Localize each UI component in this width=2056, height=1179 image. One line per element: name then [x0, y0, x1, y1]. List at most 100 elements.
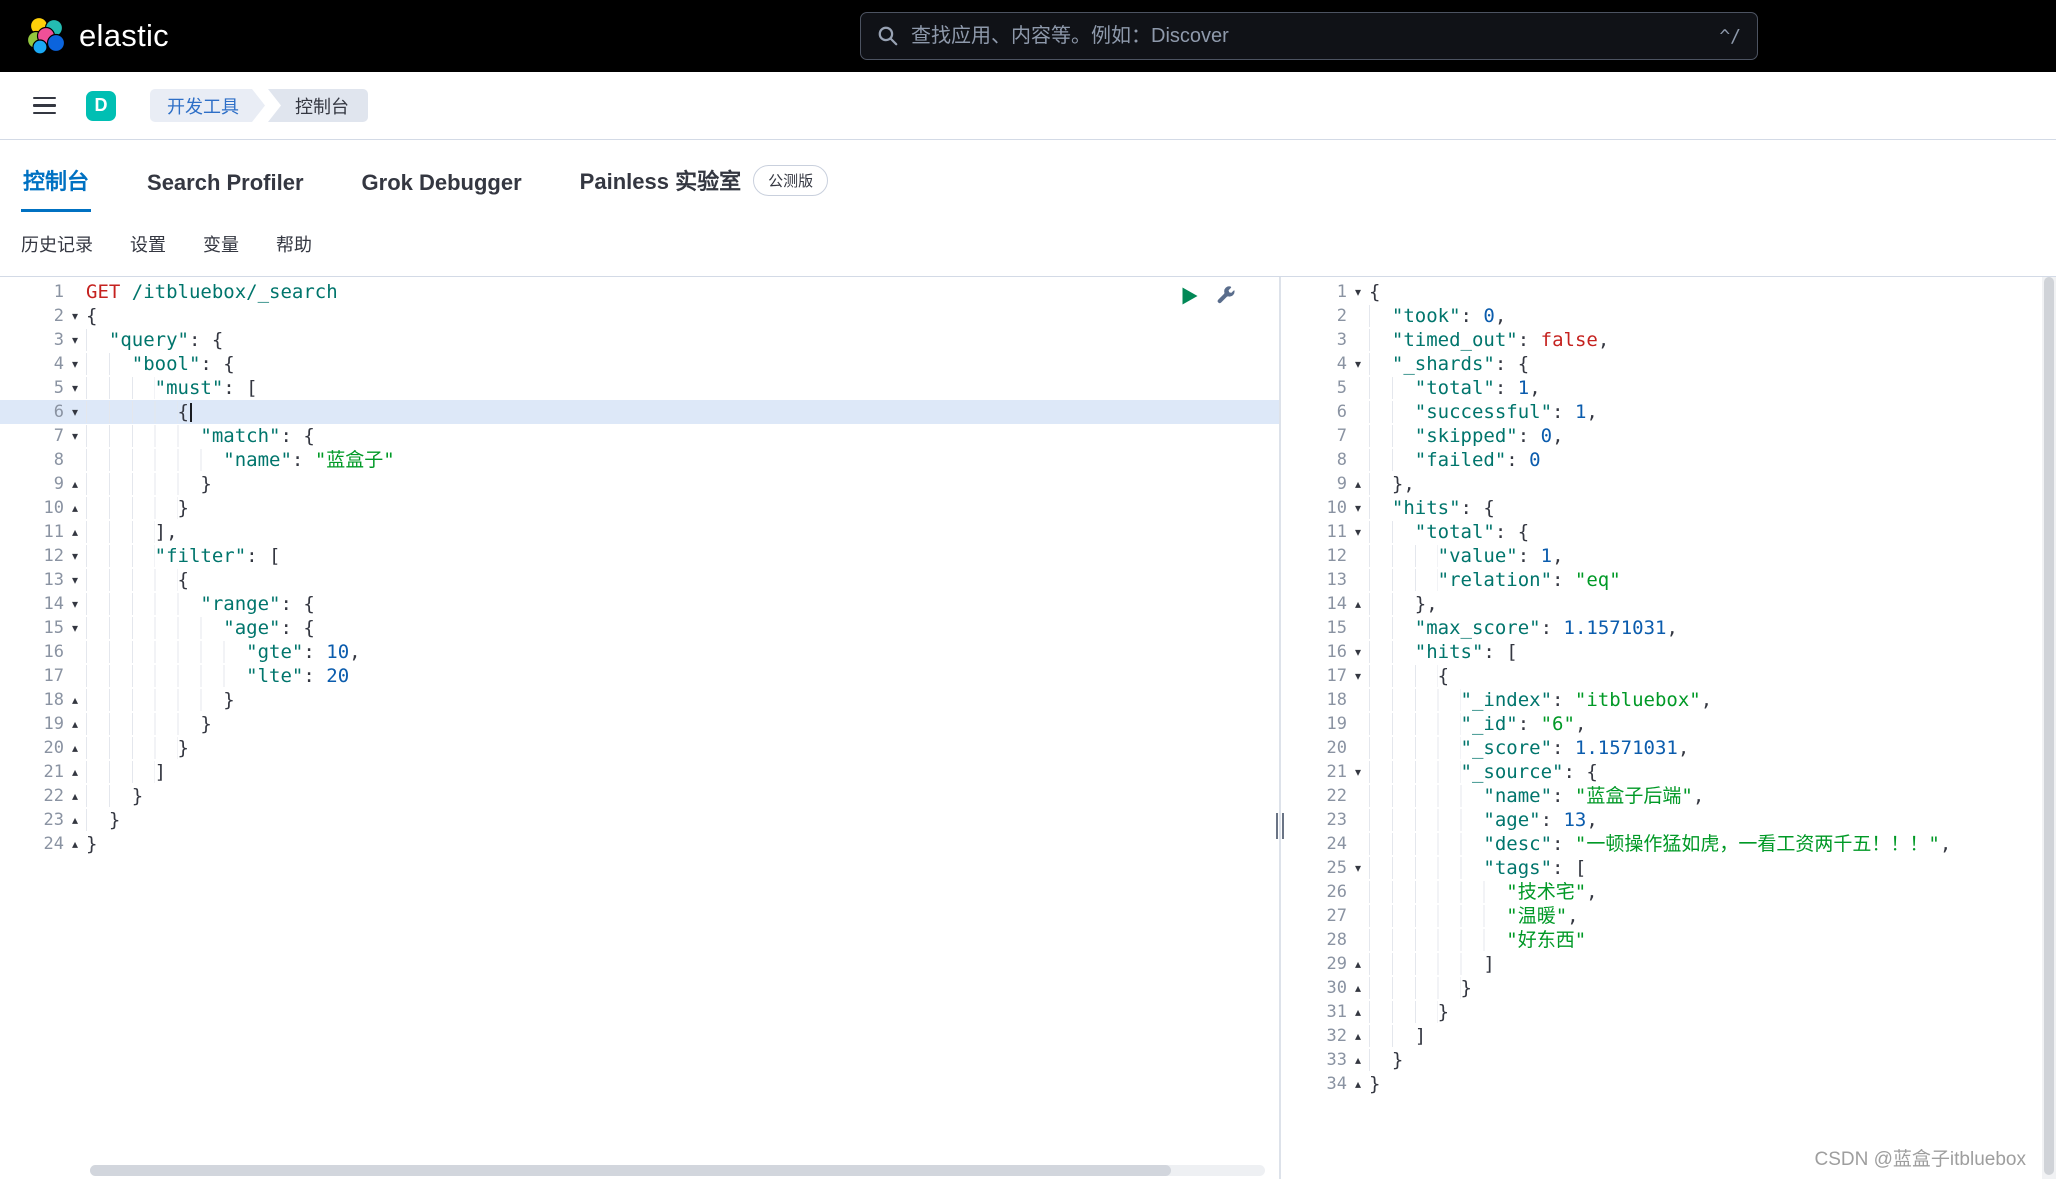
code-line[interactable]: 30▴ }: [1281, 976, 2056, 1000]
fold-toggle-icon[interactable]: ▾: [64, 304, 86, 328]
code-line[interactable]: 23 "age": 13,: [1281, 808, 2056, 832]
code-line[interactable]: 24▴}: [0, 832, 1279, 856]
code-line[interactable]: 14▴ },: [1281, 592, 2056, 616]
request-options-button[interactable]: [1213, 283, 1239, 309]
code-line[interactable]: 11▾ "total": {: [1281, 520, 2056, 544]
code-line[interactable]: 6▾ {: [0, 400, 1279, 424]
code-line[interactable]: 21▴ ]: [0, 760, 1279, 784]
tab-console[interactable]: 控制台: [21, 164, 91, 212]
code-line[interactable]: 19 "_id": "6",: [1281, 712, 2056, 736]
code-line[interactable]: 5 "total": 1,: [1281, 376, 2056, 400]
fold-toggle-icon[interactable]: ▴: [1347, 1048, 1369, 1072]
code-line[interactable]: 9▴ }: [0, 472, 1279, 496]
fold-toggle-icon[interactable]: ▴: [1347, 472, 1369, 496]
fold-toggle-icon[interactable]: ▾: [1347, 664, 1369, 688]
vertical-scrollbar-thumb[interactable]: [2044, 277, 2054, 1175]
fold-toggle-icon[interactable]: ▾: [1347, 352, 1369, 376]
fold-toggle-icon[interactable]: ▾: [64, 400, 86, 424]
code-line[interactable]: 6 "successful": 1,: [1281, 400, 2056, 424]
tab-painless-lab[interactable]: Painless 实验室 公测版: [578, 164, 830, 212]
code-line[interactable]: 29▴ ]: [1281, 952, 2056, 976]
fold-toggle-icon[interactable]: ▾: [1347, 640, 1369, 664]
code-line[interactable]: 4▾ "_shards": {: [1281, 352, 2056, 376]
vertical-scrollbar[interactable]: [2042, 277, 2056, 1179]
fold-toggle-icon[interactable]: ▴: [64, 520, 86, 544]
breadcrumb-dev-tools[interactable]: 开发工具: [150, 89, 265, 122]
code-line[interactable]: 24 "desc": "一顿操作猛如虎，一看工资两千五！！！",: [1281, 832, 2056, 856]
code-line[interactable]: 9▴ },: [1281, 472, 2056, 496]
code-line[interactable]: 2 "took": 0,: [1281, 304, 2056, 328]
code-line[interactable]: 26 "技术宅",: [1281, 880, 2056, 904]
fold-toggle-icon[interactable]: ▴: [64, 712, 86, 736]
code-line[interactable]: 15▾ "age": {: [0, 616, 1279, 640]
code-line[interactable]: 18▴ }: [0, 688, 1279, 712]
elastic-home-link[interactable]: elastic: [26, 16, 169, 56]
fold-toggle-icon[interactable]: ▴: [64, 784, 86, 808]
fold-toggle-icon[interactable]: ▴: [1347, 976, 1369, 1000]
code-line[interactable]: 27 "温暖",: [1281, 904, 2056, 928]
fold-toggle-icon[interactable]: ▾: [64, 352, 86, 376]
breadcrumb-console[interactable]: 控制台: [268, 89, 368, 122]
code-line[interactable]: 8 "name": "蓝盒子": [0, 448, 1279, 472]
code-line[interactable]: 16 "gte": 10,: [0, 640, 1279, 664]
code-line[interactable]: 19▴ }: [0, 712, 1279, 736]
code-line[interactable]: 34▴}: [1281, 1072, 2056, 1096]
fold-toggle-icon[interactable]: ▾: [64, 568, 86, 592]
code-line[interactable]: 21▾ "_source": {: [1281, 760, 2056, 784]
code-line[interactable]: 3▾ "query": {: [0, 328, 1279, 352]
menu-item-settings[interactable]: 设置: [130, 231, 166, 257]
code-line[interactable]: 8 "failed": 0: [1281, 448, 2056, 472]
code-line[interactable]: 12 "value": 1,: [1281, 544, 2056, 568]
code-line[interactable]: 11▴ ],: [0, 520, 1279, 544]
horizontal-scrollbar-thumb[interactable]: [90, 1165, 1171, 1176]
code-line[interactable]: 20▴ }: [0, 736, 1279, 760]
code-line[interactable]: 13▾ {: [0, 568, 1279, 592]
code-line[interactable]: 16▾ "hits": [: [1281, 640, 2056, 664]
code-line[interactable]: 28 "好东西": [1281, 928, 2056, 952]
code-line[interactable]: 4▾ "bool": {: [0, 352, 1279, 376]
code-line[interactable]: 13 "relation": "eq": [1281, 568, 2056, 592]
code-line[interactable]: 31▴ }: [1281, 1000, 2056, 1024]
code-line[interactable]: 5▾ "must": [: [0, 376, 1279, 400]
code-line[interactable]: 12▾ "filter": [: [0, 544, 1279, 568]
fold-toggle-icon[interactable]: ▴: [1347, 1024, 1369, 1048]
code-line[interactable]: 15 "max_score": 1.1571031,: [1281, 616, 2056, 640]
fold-toggle-icon[interactable]: ▴: [1347, 1072, 1369, 1096]
fold-toggle-icon[interactable]: ▴: [1347, 952, 1369, 976]
global-search-bar[interactable]: ^/: [860, 12, 1758, 60]
fold-toggle-icon[interactable]: ▾: [1347, 496, 1369, 520]
horizontal-scrollbar[interactable]: [90, 1165, 1265, 1176]
code-line[interactable]: 10▾ "hits": {: [1281, 496, 2056, 520]
tab-grok-debugger[interactable]: Grok Debugger: [360, 170, 524, 212]
fold-toggle-icon[interactable]: ▴: [64, 808, 86, 832]
code-line[interactable]: 1GET /itbluebox/_search: [0, 280, 1279, 304]
code-line[interactable]: 22 "name": "蓝盒子后端",: [1281, 784, 2056, 808]
tab-search-profiler[interactable]: Search Profiler: [145, 170, 306, 212]
fold-toggle-icon[interactable]: ▾: [1347, 520, 1369, 544]
menu-item-help[interactable]: 帮助: [276, 231, 312, 257]
menu-item-variables[interactable]: 变量: [203, 231, 239, 257]
code-line[interactable]: 7▾ "match": {: [0, 424, 1279, 448]
request-editor-panel[interactable]: 1GET /itbluebox/_search2▾{3▾ "query": {4…: [0, 277, 1279, 1179]
fold-toggle-icon[interactable]: ▴: [1347, 592, 1369, 616]
code-line[interactable]: 3 "timed_out": false,: [1281, 328, 2056, 352]
code-line[interactable]: 7 "skipped": 0,: [1281, 424, 2056, 448]
fold-toggle-icon[interactable]: ▴: [64, 760, 86, 784]
fold-toggle-icon[interactable]: ▾: [64, 592, 86, 616]
fold-toggle-icon[interactable]: ▾: [1347, 760, 1369, 784]
fold-toggle-icon[interactable]: ▾: [64, 328, 86, 352]
fold-toggle-icon[interactable]: ▾: [64, 616, 86, 640]
code-line[interactable]: 10▴ }: [0, 496, 1279, 520]
fold-toggle-icon[interactable]: ▴: [64, 688, 86, 712]
code-line[interactable]: 2▾{: [0, 304, 1279, 328]
code-line[interactable]: 33▴ }: [1281, 1048, 2056, 1072]
fold-toggle-icon[interactable]: ▴: [64, 736, 86, 760]
code-line[interactable]: 17 "lte": 20: [0, 664, 1279, 688]
code-line[interactable]: 14▾ "range": {: [0, 592, 1279, 616]
code-line[interactable]: 22▴ }: [0, 784, 1279, 808]
code-line[interactable]: 1▾{: [1281, 280, 2056, 304]
fold-toggle-icon[interactable]: ▴: [64, 496, 86, 520]
deployment-badge[interactable]: D: [86, 91, 116, 121]
fold-toggle-icon[interactable]: ▴: [64, 472, 86, 496]
fold-toggle-icon[interactable]: ▴: [64, 832, 86, 856]
